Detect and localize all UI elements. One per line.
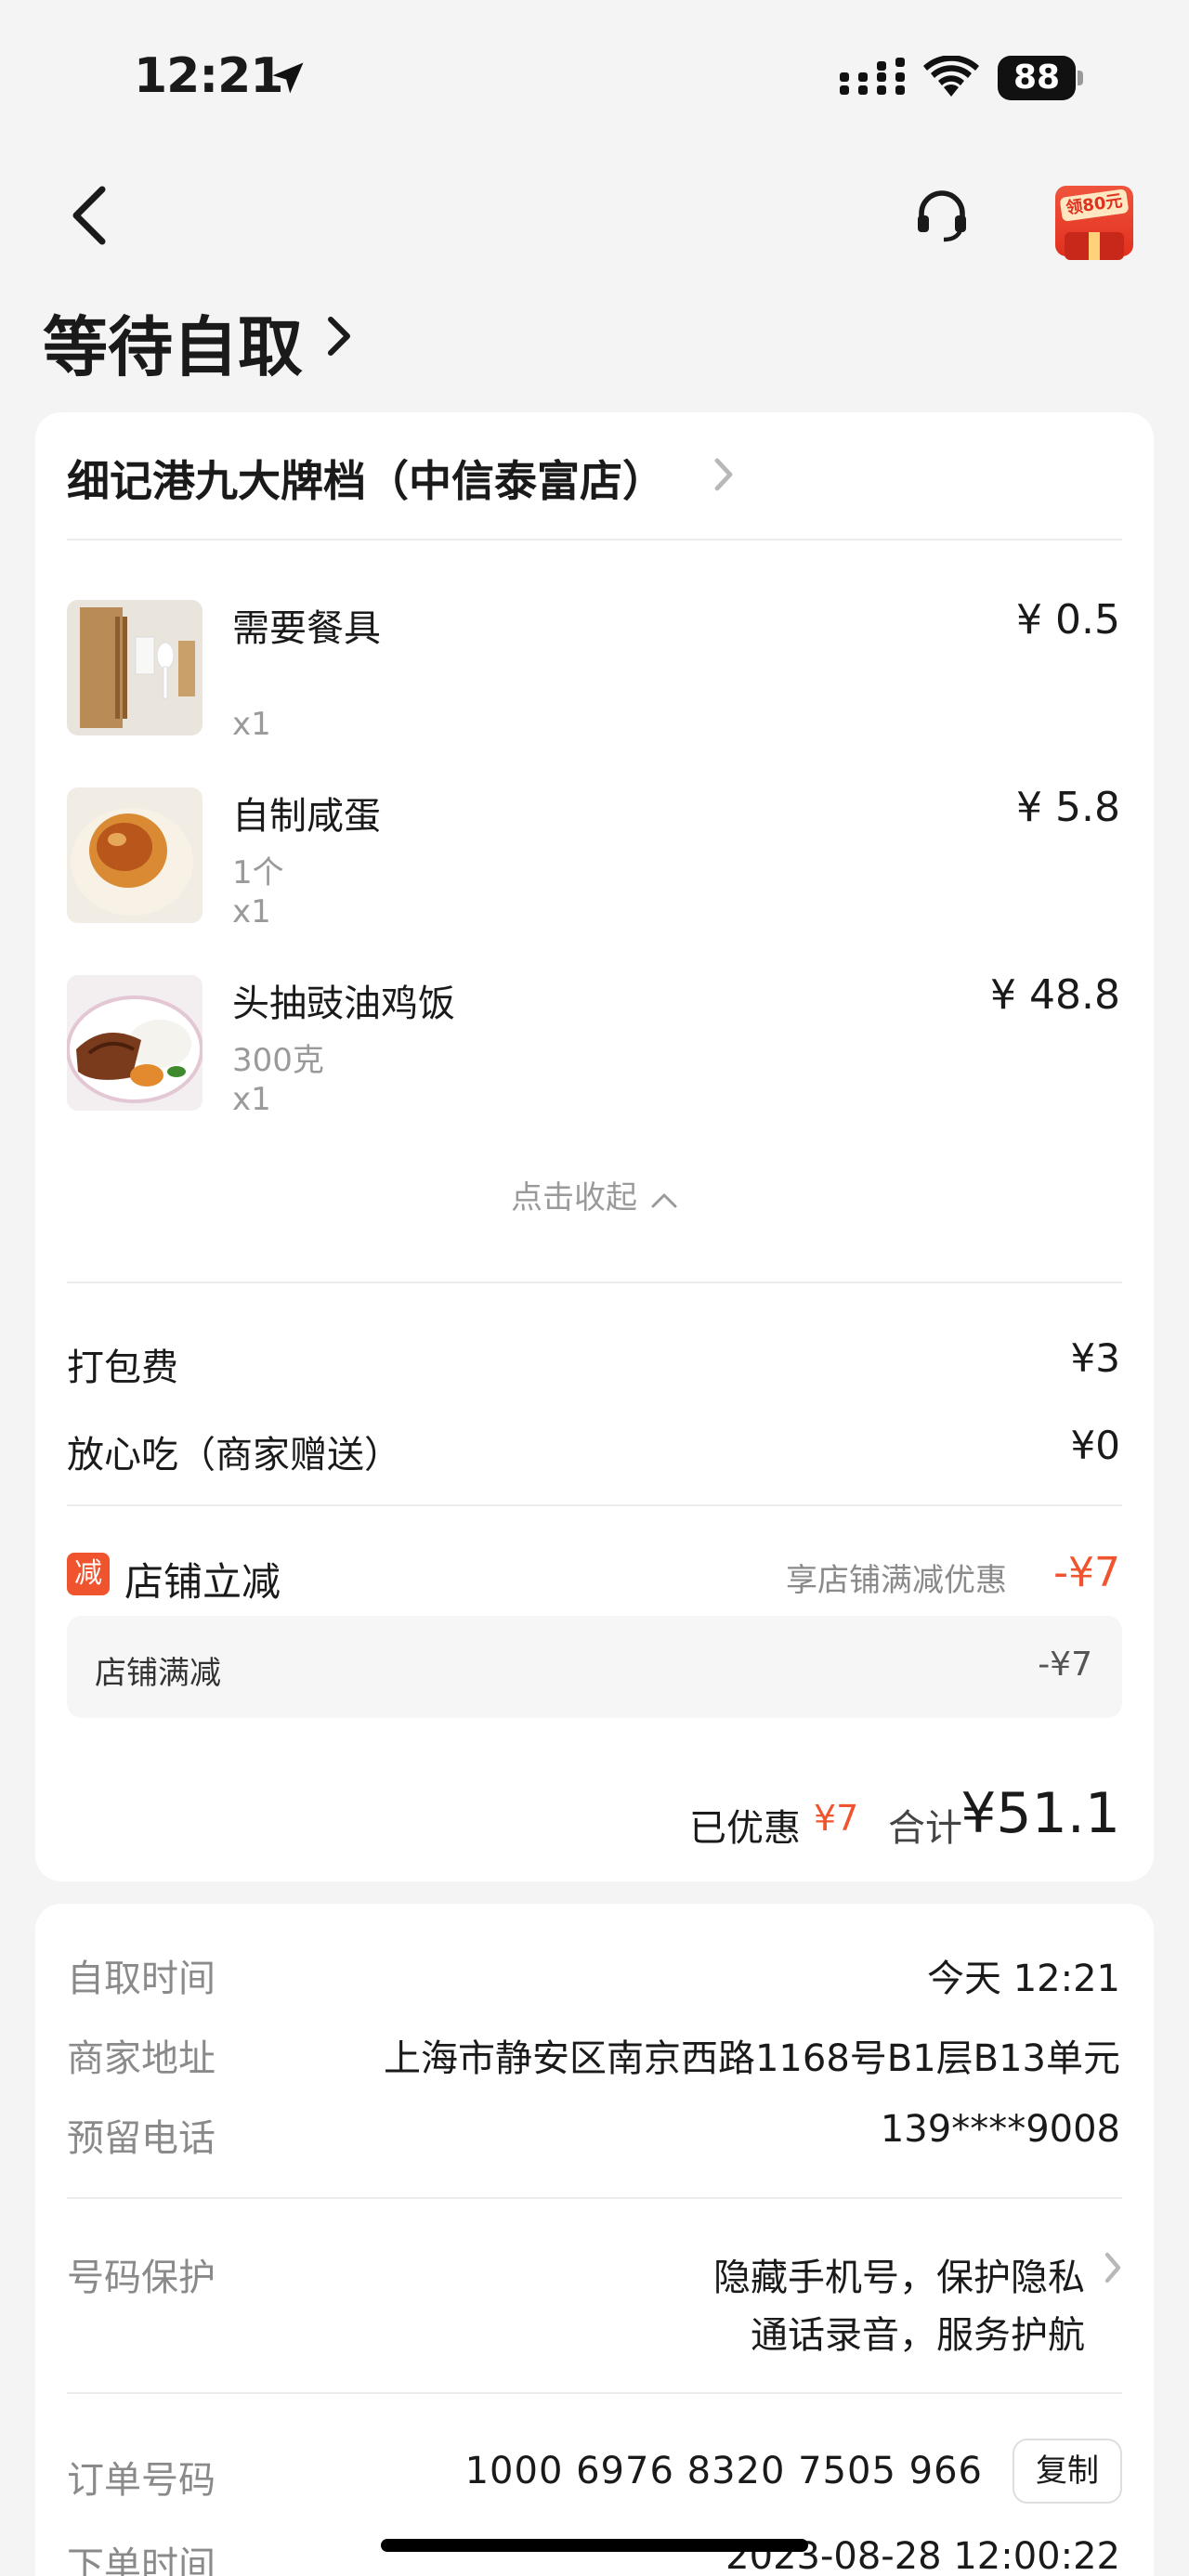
address-value[interactable]: 上海市静安区南京西路1168号B1层B13单元	[384, 2028, 1120, 2082]
divider	[67, 1504, 1122, 1506]
pickup-time-value: 今天 12:21	[927, 1958, 1120, 2000]
item-image-cutlery	[67, 600, 203, 735]
cellular-signal-icon	[840, 58, 905, 95]
saved-amount: ¥7	[814, 1798, 859, 1839]
discount-detail-box	[67, 1616, 1122, 1718]
divider	[67, 1281, 1122, 1283]
item-price: ¥ 0.5	[1016, 596, 1120, 644]
order-time-label: 下单时间	[67, 2544, 216, 2576]
order-number-label: 订单号码	[67, 2459, 216, 2502]
privacy-chevron-right-icon[interactable]	[1104, 2251, 1122, 2284]
packing-fee-value: ¥3	[1070, 1335, 1120, 1381]
privacy-label: 号码保护	[67, 2257, 216, 2299]
collapse-label: 点击收起	[511, 1179, 637, 1216]
pickup-time-label: 自取时间	[67, 1958, 216, 2000]
discount-title: 店铺立减	[124, 1559, 281, 1605]
item-price: ¥ 48.8	[990, 971, 1120, 1019]
total-amount: ¥51.1	[960, 1781, 1120, 1846]
discount-amount: -¥7	[1053, 1549, 1120, 1596]
collapse-items-button[interactable]: 点击收起	[0, 1172, 1189, 1217]
privacy-line-1[interactable]: 隐藏手机号，保护隐私	[713, 2247, 1085, 2301]
address-label: 商家地址	[67, 2037, 216, 2080]
store-chevron-right-icon[interactable]	[713, 457, 734, 492]
item-quantity: x1	[232, 893, 271, 930]
coupon-gift-icon[interactable]: 领80元	[1055, 176, 1133, 266]
divider	[67, 539, 1122, 540]
customer-service-icon[interactable]	[912, 186, 972, 245]
battery-level: 88	[998, 56, 1076, 100]
divider	[67, 2197, 1122, 2199]
assurance-label: 放心吃（商家赠送）	[67, 1434, 401, 1477]
chevron-up-icon	[651, 1193, 677, 1207]
item-image-salted-egg	[67, 787, 203, 923]
item-spec: 1个	[232, 854, 284, 891]
item-image-chicken-rice	[67, 975, 203, 1111]
order-number-value: 1000 6976 8320 7505 966	[464, 2450, 983, 2492]
copy-order-number-button[interactable]: 复制	[1013, 2439, 1122, 2504]
item-name: 头抽豉油鸡饭	[232, 982, 455, 1025]
item-quantity: x1	[232, 706, 271, 743]
status-bar: 12:21 88	[0, 0, 1189, 149]
status-time: 12:21	[134, 48, 284, 104]
discount-note: 享店铺满减优惠	[786, 1562, 1007, 1599]
item-quantity: x1	[232, 1081, 271, 1118]
item-price: ¥ 5.8	[1016, 784, 1120, 831]
divider	[67, 2392, 1122, 2394]
title-chevron-right-icon[interactable]	[327, 316, 351, 357]
location-arrow-icon	[272, 62, 304, 94]
item-name: 自制咸蛋	[232, 795, 381, 838]
privacy-line-2[interactable]: 通话录音，服务护航	[751, 2305, 1085, 2359]
page-title[interactable]: 等待自取	[43, 295, 303, 389]
discount-row-label: 店铺满减	[95, 1655, 221, 1692]
item-spec: 300克	[232, 1042, 324, 1079]
home-indicator[interactable]	[381, 2539, 808, 2552]
wifi-icon	[923, 56, 979, 97]
phone-label: 预留电话	[67, 2117, 216, 2160]
saved-label: 已优惠	[689, 1807, 801, 1850]
battery-icon: 88	[998, 56, 1083, 100]
discount-badge: 减	[67, 1553, 110, 1595]
store-name[interactable]: 细记港九大牌档（中信泰富店）	[67, 448, 665, 509]
item-name: 需要餐具	[232, 607, 381, 650]
phone-value: 139****9008	[880, 2108, 1120, 2151]
back-icon[interactable]	[65, 186, 111, 245]
total-label: 合计	[888, 1807, 962, 1850]
packing-fee-label: 打包费	[67, 1347, 178, 1389]
assurance-value: ¥0	[1070, 1423, 1120, 1468]
discount-row-value: -¥7	[1038, 1646, 1092, 1684]
